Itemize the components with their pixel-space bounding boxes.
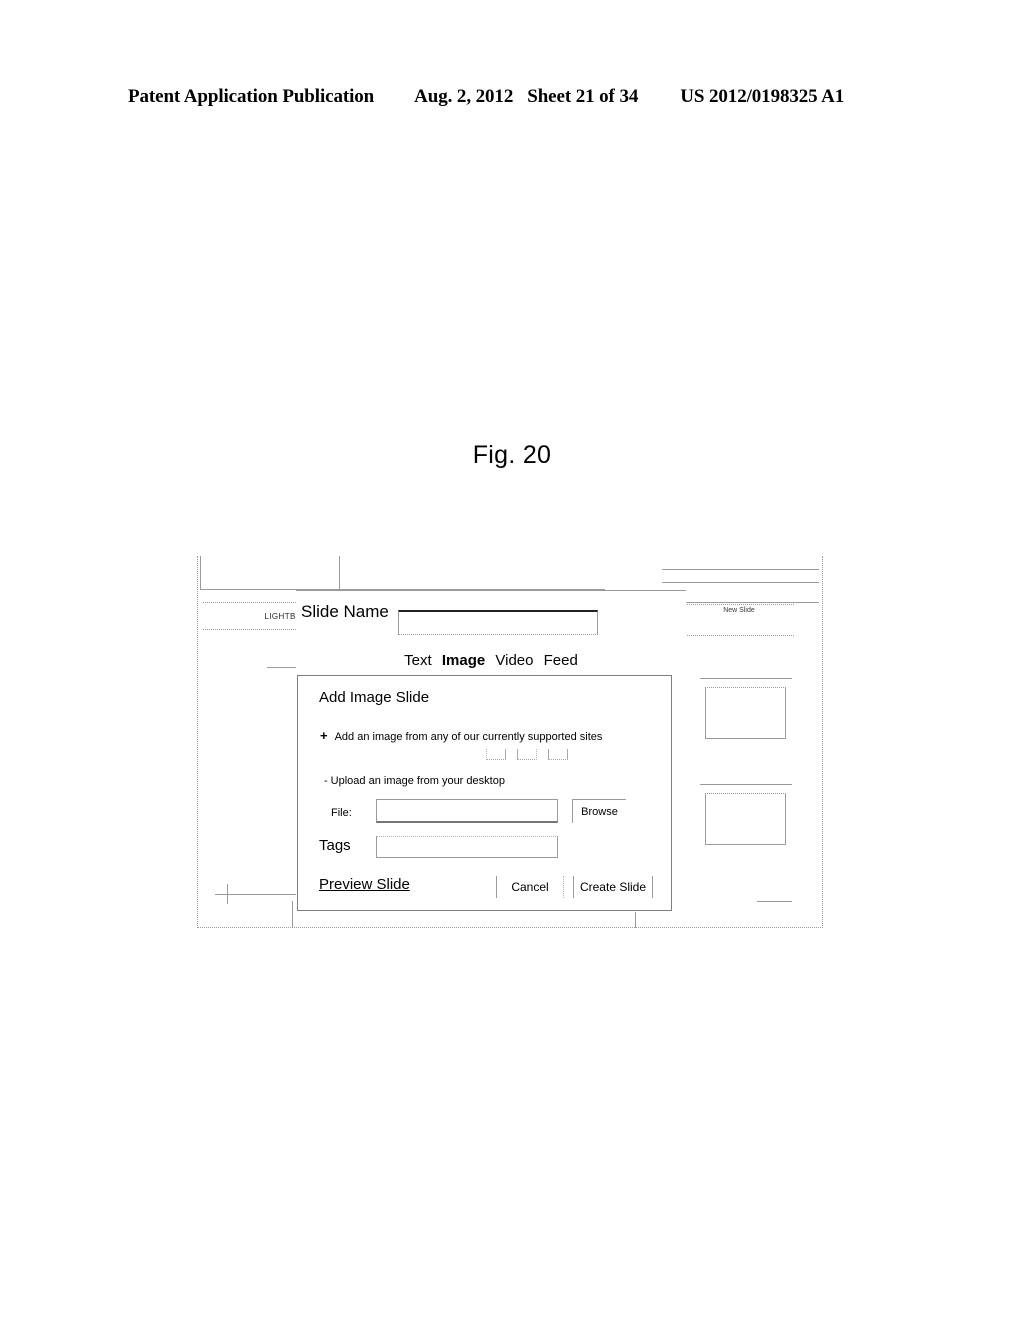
modal-top-border: [296, 590, 686, 591]
plus-icon: +: [320, 728, 328, 743]
patent-publication-label: Patent Application Publication: [128, 86, 375, 107]
site-icon-2[interactable]: [517, 749, 537, 760]
slide-name-input[interactable]: [398, 610, 598, 635]
new-slide-label: New Slide: [723, 607, 755, 614]
header-edge-left: [200, 556, 201, 590]
create-slide-button-label: Create Slide: [579, 880, 647, 894]
tab-video[interactable]: Video: [495, 652, 533, 669]
header-divider-vertical: [339, 556, 340, 591]
cancel-button[interactable]: Cancel: [496, 876, 564, 898]
add-slide-modal: Slide Name Text Image Video Feed Add Ima…: [296, 590, 686, 912]
panel-title: Add Image Slide: [319, 689, 430, 706]
patent-header: Patent Application Publication Aug. 2, 2…: [128, 86, 896, 112]
minus-icon: -: [324, 775, 328, 787]
option-add-from-sites[interactable]: + Add an image from any of our currently …: [320, 728, 602, 743]
figure-caption: Fig. 20: [472, 441, 552, 469]
tags-field-label: Tags: [319, 837, 351, 854]
add-image-slide-panel: Add Image Slide + Add an image from any o…: [297, 675, 672, 911]
patent-publication-number: US 2012/0198325 A1: [680, 86, 845, 107]
browse-button[interactable]: Browse: [572, 799, 626, 823]
option-upload-from-desktop-label: Upload an image from your desktop: [330, 775, 505, 787]
figure-drawing: LIGHTBOX A New Slide Slide Name Text Ima…: [197, 556, 823, 928]
right-slide-placeholder-2[interactable]: [705, 793, 786, 845]
header-rule-topright-2: [662, 582, 819, 583]
slide-type-tabs: Text Image Video Feed: [296, 652, 686, 669]
patent-date: Aug. 2, 2012: [414, 86, 514, 107]
new-slide-button-edge: [772, 608, 819, 636]
preview-slide-link[interactable]: Preview Slide: [319, 876, 410, 893]
site-icon-1[interactable]: [486, 749, 506, 760]
file-path-input[interactable]: [376, 799, 558, 823]
cancel-button-label: Cancel: [511, 880, 549, 894]
create-slide-button[interactable]: Create Slide: [573, 876, 653, 898]
footer-tick-left: [227, 884, 228, 904]
footer-segment-divider-1: [292, 901, 293, 928]
slide-name-label: Slide Name: [301, 602, 389, 621]
supported-site-icons: [486, 749, 576, 762]
tab-text[interactable]: Text: [404, 652, 432, 669]
browse-button-label: Browse: [581, 805, 618, 818]
tab-feed[interactable]: Feed: [544, 652, 578, 669]
option-add-from-sites-label: Add an image from any of our currently s…: [334, 731, 603, 743]
site-icon-3[interactable]: [548, 749, 568, 760]
header-rule-topright-1: [662, 569, 819, 570]
header-rule-left: [200, 589, 310, 590]
file-field-label: File:: [331, 807, 352, 819]
footer-rule-right: [757, 901, 792, 902]
right-slide-placeholder-1[interactable]: [705, 687, 786, 739]
option-upload-from-desktop[interactable]: - Upload an image from your desktop: [324, 775, 505, 787]
tab-image[interactable]: Image: [442, 652, 485, 669]
header-rule-topright-3: [669, 602, 819, 603]
patent-sheet-number: Sheet 21 of 34: [527, 86, 639, 107]
tags-input[interactable]: [376, 836, 558, 858]
